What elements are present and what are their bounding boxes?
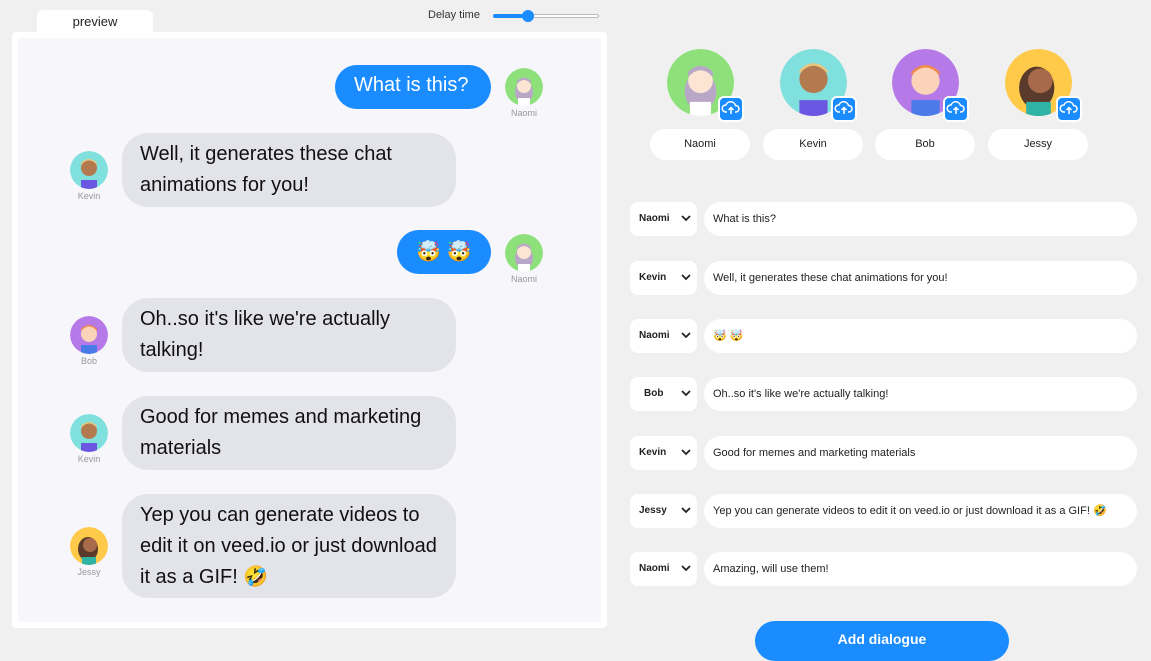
chat-bubble-outgoing: 🤯 🤯 — [397, 230, 491, 274]
speaker-select[interactable]: Naomi — [630, 552, 697, 586]
speaker-select[interactable]: Kevin — [630, 261, 697, 295]
speaker-select[interactable]: Naomi — [630, 319, 697, 353]
speaker-label: Naomi — [639, 330, 670, 341]
dialogue-row: Kevin Well, it generates these chat anim… — [630, 261, 1137, 295]
avatar-bob — [70, 316, 108, 354]
avatar-name: Kevin — [77, 454, 101, 464]
tab-preview[interactable]: preview — [37, 10, 153, 34]
upload-icon[interactable] — [718, 96, 744, 122]
upload-icon[interactable] — [1056, 96, 1082, 122]
speaker-label: Naomi — [639, 213, 670, 224]
dialogue-row: Naomi What is this? — [630, 202, 1137, 236]
add-dialogue-button[interactable]: Add dialogue — [755, 621, 1009, 661]
speaker-label: Kevin — [639, 272, 667, 283]
dialogue-row: Naomi 🤯 🤯 — [630, 319, 1137, 353]
dialogue-text-input[interactable]: Yep you can generate videos to edit it o… — [704, 494, 1137, 528]
chat-bubble-incoming: Yep you can generate videos to edit it o… — [122, 494, 456, 598]
chat-bubble-incoming: Oh..so it's like we're actually talking! — [122, 298, 456, 372]
chevron-down-icon — [681, 332, 691, 339]
avatar-kevin — [70, 151, 108, 189]
dialogue-text-input[interactable]: Amazing, will use them! — [704, 552, 1137, 586]
avatar-name: Kevin — [77, 191, 101, 201]
chevron-down-icon — [681, 390, 691, 397]
chat-bubble-outgoing: What is this? — [335, 65, 491, 109]
speaker-select[interactable]: Bob — [630, 377, 697, 411]
chat-bubble-incoming: Good for memes and marketing materials — [122, 396, 456, 470]
avatar-jessy — [70, 527, 108, 565]
chat-preview-canvas: What is this? Naomi Kevin Well, it gener… — [18, 38, 601, 622]
avatar-name: Jessy — [77, 567, 101, 577]
chevron-down-icon — [681, 507, 691, 514]
delay-time-label: Delay time — [428, 9, 480, 21]
dialogue-text-input[interactable]: Good for memes and marketing materials — [704, 436, 1137, 470]
speaker-select[interactable]: Naomi — [630, 202, 697, 236]
dialogue-text-input[interactable]: 🤯 🤯 — [704, 319, 1137, 353]
chevron-down-icon — [681, 449, 691, 456]
chevron-down-icon — [681, 274, 691, 281]
character-name-field[interactable]: Naomi — [650, 129, 750, 160]
speaker-label: Naomi — [639, 563, 670, 574]
avatar-kevin — [70, 414, 108, 452]
character-name-field[interactable]: Bob — [875, 129, 975, 160]
character-name-field[interactable]: Jessy — [988, 129, 1088, 160]
dialogue-row: Jessy Yep you can generate videos to edi… — [630, 494, 1137, 528]
dialogue-row: Bob Oh..so it's like we're actually talk… — [630, 377, 1137, 411]
speaker-label: Jessy — [639, 505, 667, 516]
avatar-naomi — [505, 234, 543, 272]
avatar-name: Naomi — [510, 108, 537, 118]
character-name-field[interactable]: Kevin — [763, 129, 863, 160]
dialogue-text-input[interactable]: Oh..so it's like we're actually talking! — [704, 377, 1137, 411]
upload-icon[interactable] — [943, 96, 969, 122]
chat-bubble-incoming: Well, it generates these chat animations… — [122, 133, 456, 207]
dialogue-row: Naomi Amazing, will use them! — [630, 552, 1137, 586]
avatar-name: Bob — [80, 356, 97, 366]
dialogue-text-input[interactable]: Well, it generates these chat animations… — [704, 261, 1137, 295]
avatar-naomi — [505, 68, 543, 106]
speaker-select[interactable]: Kevin — [630, 436, 697, 470]
chat-preview: What is this? Naomi Kevin Well, it gener… — [12, 32, 607, 628]
upload-icon[interactable] — [831, 96, 857, 122]
dialogue-text-input[interactable]: What is this? — [704, 202, 1137, 236]
delay-time-slider[interactable] — [493, 10, 599, 22]
dialogue-row: Kevin Good for memes and marketing mater… — [630, 436, 1137, 470]
slider-thumb[interactable] — [522, 10, 534, 22]
speaker-label: Bob — [644, 388, 664, 399]
chevron-down-icon — [681, 215, 691, 222]
speaker-label: Kevin — [639, 447, 667, 458]
avatar-name: Naomi — [510, 274, 537, 284]
chevron-down-icon — [681, 565, 691, 572]
speaker-select[interactable]: Jessy — [630, 494, 697, 528]
